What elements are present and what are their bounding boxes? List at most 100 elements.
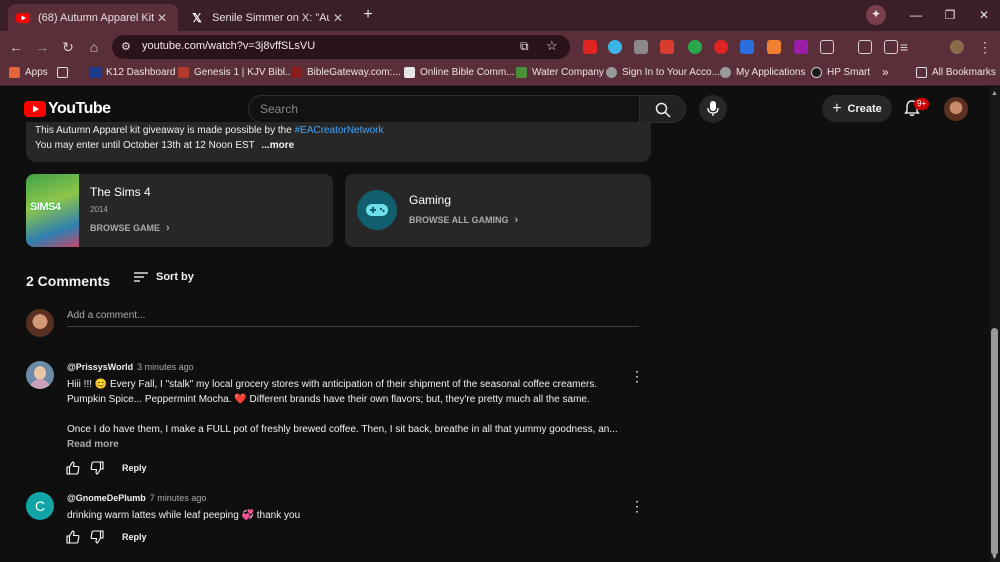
extension-icon[interactable]	[608, 40, 622, 54]
thumbs-down-icon	[90, 530, 104, 544]
tab-x[interactable]: 𝕏 Senile Simmer on X: "Autumn A ✕	[182, 4, 354, 31]
profile-avatar[interactable]	[950, 40, 964, 54]
comment-menu-icon[interactable]: ⋮	[630, 368, 644, 385]
chrome-menu-icon[interactable]: ⋮	[976, 38, 994, 56]
browse-all-gaming-link[interactable]: BROWSE ALL GAMING ›	[409, 214, 518, 226]
hashtag-link[interactable]: #EACreatorNetwork	[295, 125, 384, 136]
tab-groups-icon[interactable]	[57, 67, 73, 78]
address-bar[interactable]: ⚙ youtube.com/watch?v=3j8vffSLsVU ⧉ ☆	[112, 35, 570, 59]
new-tab-button[interactable]: +	[358, 6, 378, 24]
sims4-logo: SIMS4	[30, 201, 61, 213]
install-app-icon[interactable]: ⧉	[520, 39, 529, 54]
close-window-icon[interactable]: ✕	[974, 6, 994, 24]
home-icon[interactable]: ⌂	[85, 38, 103, 56]
thumbs-up-icon	[66, 461, 80, 475]
current-user-avatar	[26, 309, 54, 337]
reply-button[interactable]: Reply	[122, 532, 147, 542]
minimize-icon[interactable]: —	[906, 6, 926, 24]
bookmark-k12[interactable]: K12 Dashboard	[90, 67, 176, 78]
extension-icon[interactable]	[794, 40, 808, 54]
comment-time[interactable]: 7 minutes ago	[150, 493, 207, 503]
tab-strip: (68) Autumn Apparel Kit Hones ✕ 𝕏 Senile…	[0, 0, 1000, 31]
forward-icon[interactable]: →	[33, 38, 51, 56]
description-line-2: You may enter until October 13th at 12 N…	[35, 140, 295, 151]
bookmark-apps[interactable]: Apps	[9, 67, 48, 78]
tab-youtube[interactable]: (68) Autumn Apparel Kit Hones ✕	[8, 4, 178, 31]
comment-line: Pumpkin Spice... Peppermint Mocha. ❤️ Di…	[67, 394, 590, 405]
scrollbar-thumb[interactable]	[991, 328, 998, 555]
show-more-link[interactable]: ...more	[261, 140, 294, 151]
bookmark-water-company[interactable]: Water Company	[516, 67, 604, 78]
sort-icon	[134, 272, 148, 282]
sort-by-button[interactable]: Sort by	[133, 271, 194, 283]
close-tab-icon[interactable]: ✕	[330, 11, 346, 25]
create-button[interactable]: + Create	[822, 95, 892, 122]
comment-header: @PrissysWorld 3 minutes ago	[67, 362, 194, 372]
scroll-down-arrow-icon[interactable]: ▼	[991, 554, 998, 561]
comment-time[interactable]: 3 minutes ago	[137, 362, 194, 372]
water-icon	[516, 67, 527, 78]
dislike-button[interactable]	[90, 530, 104, 549]
chevron-right-icon: ›	[166, 222, 170, 234]
reload-icon[interactable]: ↻	[59, 38, 77, 56]
youtube-logo[interactable]: YouTube	[24, 100, 111, 118]
like-button[interactable]	[66, 461, 80, 480]
extension-icon[interactable]	[660, 40, 674, 54]
site-info-icon[interactable]: ⚙	[121, 40, 131, 53]
scroll-up-arrow-icon[interactable]: ▲	[991, 90, 998, 97]
gaming-card[interactable]: Gaming BROWSE ALL GAMING ›	[345, 174, 651, 247]
hp-icon	[811, 67, 822, 78]
read-more-link[interactable]: Read more	[67, 439, 119, 450]
biblegateway-icon	[291, 67, 302, 78]
create-label: Create	[847, 102, 882, 115]
maximize-icon[interactable]: ❐	[940, 6, 960, 24]
browse-game-link[interactable]: BROWSE GAME ›	[90, 222, 170, 234]
chevron-right-icon: ›	[514, 214, 519, 226]
game-card-sims4[interactable]: SIMS4 The Sims 4 2014 BROWSE GAME ›	[26, 174, 333, 247]
comment-menu-icon[interactable]: ⋮	[630, 498, 644, 515]
close-tab-icon[interactable]: ✕	[154, 11, 170, 25]
comment-line	[67, 407, 627, 422]
bookmark-online-bible[interactable]: Online Bible Comm...	[404, 67, 514, 78]
comment-line: Hiii !!! 😊 Every Fall, I "stalk" my loca…	[67, 379, 598, 390]
search-button[interactable]	[639, 95, 686, 123]
voice-search-button[interactable]	[699, 95, 727, 123]
user-avatar[interactable]	[944, 97, 968, 121]
microphone-icon	[707, 101, 719, 116]
media-icon[interactable]	[858, 40, 872, 54]
comment-author[interactable]: @PrissysWorld	[67, 362, 133, 372]
extension-icon[interactable]	[714, 40, 728, 54]
bookmark-my-applications[interactable]: My Applications	[720, 67, 805, 78]
gemini-sparkle-icon[interactable]: ✦	[866, 5, 886, 25]
back-icon[interactable]: ←	[7, 38, 25, 56]
comment-line: drinking warm lattes while leaf peeping …	[67, 510, 301, 521]
commenter-avatar[interactable]	[26, 361, 54, 389]
comment-body: drinking warm lattes while leaf peeping …	[67, 508, 300, 523]
all-bookmarks-button[interactable]: All Bookmarks	[916, 67, 996, 78]
extension-icon[interactable]	[688, 40, 702, 54]
reply-button[interactable]: Reply	[122, 463, 147, 473]
commenter-avatar[interactable]: C	[26, 492, 54, 520]
dislike-button[interactable]	[90, 461, 104, 480]
more-bookmarks-button[interactable]: »	[882, 65, 889, 79]
extension-icon[interactable]	[634, 40, 648, 54]
extension-icon[interactable]	[740, 40, 754, 54]
add-comment-input[interactable]: Add a comment...	[67, 309, 639, 327]
video-description[interactable]: This Autumn Apparel kit giveaway is made…	[26, 122, 651, 162]
tab-title: Senile Simmer on X: "Autumn A	[212, 11, 330, 24]
gaming-title: Gaming	[409, 193, 452, 207]
bookmark-hp-smart[interactable]: HP Smart	[811, 67, 870, 78]
youtube-favicon-icon	[16, 11, 30, 25]
comment-author[interactable]: @GnomeDePlumb	[67, 493, 146, 503]
lens-icon[interactable]	[884, 40, 898, 54]
like-button[interactable]	[66, 530, 80, 549]
search-input[interactable]: Search	[248, 95, 640, 123]
extension-icon[interactable]	[767, 40, 781, 54]
bookmark-star-icon[interactable]: ☆	[546, 38, 558, 54]
extension-icon[interactable]	[583, 40, 597, 54]
grid-icon	[57, 67, 68, 78]
bookmark-genesis[interactable]: Genesis 1 | KJV Bibl...	[178, 67, 293, 78]
bookmark-biblegateway[interactable]: BibleGateway.com:...	[291, 67, 401, 78]
extensions-puzzle-icon[interactable]	[820, 40, 834, 54]
bookmark-sign-in[interactable]: Sign In to Your Acco...	[606, 67, 720, 78]
